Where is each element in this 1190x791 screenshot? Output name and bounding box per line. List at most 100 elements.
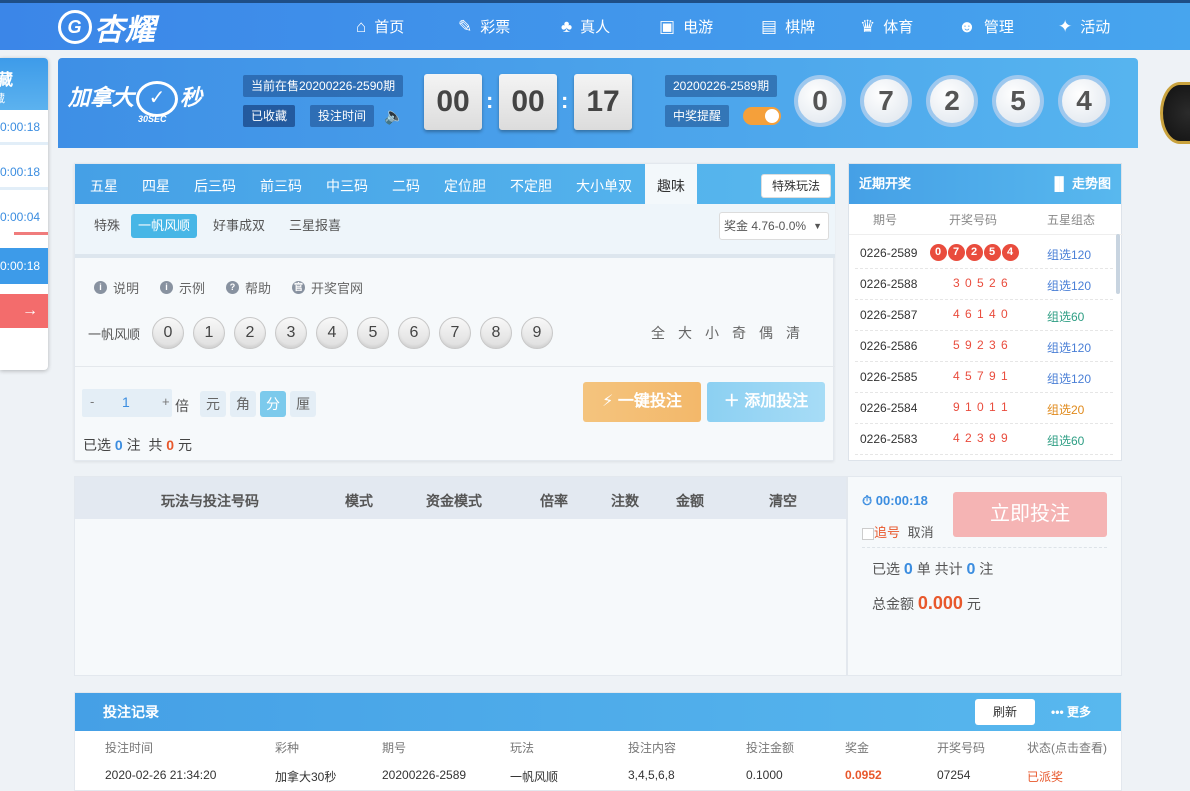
multiple-input[interactable]: 1	[122, 394, 130, 410]
help-icon: ?	[226, 281, 239, 294]
tab-3[interactable]: 前三码	[260, 164, 302, 204]
more-link[interactable]: ••• 更多	[1051, 693, 1091, 731]
cancel-button[interactable]: 取消	[908, 525, 934, 540]
number-ball-2[interactable]: 2	[234, 317, 266, 349]
tab-0[interactable]: 五星	[90, 164, 118, 204]
refresh-button[interactable]: 刷新	[975, 699, 1035, 725]
quick-select-3[interactable]: 奇	[732, 323, 746, 343]
number-ball-6[interactable]: 6	[398, 317, 430, 349]
unit-0[interactable]: 元	[200, 391, 226, 417]
divider	[75, 254, 835, 258]
number-ball-9[interactable]: 9	[521, 317, 553, 349]
status-link[interactable]: 已派奖	[1027, 768, 1063, 785]
last-period: 20200226-2589期	[665, 75, 778, 97]
special-play-button[interactable]: 特殊玩法	[761, 174, 831, 198]
favorited-button[interactable]: 已收藏	[243, 105, 296, 127]
column-header: 倍率	[540, 493, 568, 509]
number-ball-7[interactable]: 7	[439, 317, 471, 349]
unit-2[interactable]: 分	[260, 391, 286, 417]
bonus-select[interactable]: 奖金 4.76-0.0% ▼	[719, 212, 829, 240]
column-header: 金额	[676, 493, 704, 509]
tab-9[interactable]: 趣味	[645, 164, 697, 204]
add-bet-button[interactable]: ＋ 添加投注	[707, 382, 825, 422]
tab-2[interactable]: 后三码	[194, 164, 236, 204]
slot-machine-icon: ▣	[659, 16, 676, 36]
nav-item-5[interactable]: ♛ 体育	[860, 3, 913, 50]
unit-3[interactable]: 厘	[290, 391, 316, 417]
scrollbar[interactable]	[1116, 234, 1120, 294]
tab-7[interactable]: 不定胆	[510, 164, 552, 204]
tab-1[interactable]: 四星	[142, 164, 170, 204]
draw-type: 组选120	[1047, 341, 1092, 355]
draw-numbers: 3 0 5 2 6	[953, 276, 1009, 290]
subtab-2[interactable]: 好事成双	[213, 214, 265, 238]
speaker-icon[interactable]: 🔈	[384, 106, 404, 126]
number-ball-1[interactable]: 1	[193, 317, 225, 349]
submit-panel: ⏱ 00:00:18 追号 取消 立即投注 已选 0 单 共计 0 注 总金额 …	[847, 476, 1122, 676]
number-ball-4[interactable]: 4	[316, 317, 348, 349]
draw-type: 组选20	[1047, 403, 1085, 417]
panel-expand-button[interactable]: →	[0, 294, 48, 328]
trend-chart-link[interactable]: ▐▌ 走势图	[1050, 164, 1111, 204]
chase-label[interactable]: 追号	[874, 525, 900, 540]
divider	[862, 547, 1107, 548]
win-alert-toggle[interactable]	[743, 107, 781, 125]
draw-row: 0226-2586 5 9 2 3 6 组选120	[855, 331, 1113, 362]
panel-row-active[interactable]: 0:00:18	[0, 248, 48, 284]
unit-1[interactable]: 角	[230, 391, 256, 417]
number-ball-5[interactable]: 5	[357, 317, 389, 349]
quick-select-5[interactable]: 清	[786, 323, 800, 343]
tab-5[interactable]: 二码	[392, 164, 420, 204]
nav-item-0[interactable]: ⌂ 首页	[356, 3, 404, 50]
help-link-0[interactable]: i 说明	[94, 278, 139, 297]
quick-select-1[interactable]: 大	[678, 323, 692, 343]
panel-row-timer[interactable]: 0:00:18	[0, 165, 48, 210]
draw-row: 0226-2587 4 6 1 4 0 组选60	[855, 300, 1113, 331]
column-header: 投注时间	[105, 741, 154, 755]
nav-item-6[interactable]: ☻ 管理	[958, 3, 1014, 50]
tab-4[interactable]: 中三码	[326, 164, 368, 204]
nav-item-3[interactable]: ▣ 电游	[659, 3, 713, 50]
clear-all-button[interactable]: 清空	[769, 491, 797, 511]
nav-item-1[interactable]: ✎ 彩票	[458, 3, 510, 50]
nav-item-2[interactable]: ♣ 真人	[561, 3, 610, 50]
subtab-0[interactable]: 特殊	[94, 214, 120, 238]
column-header: 期号	[873, 213, 898, 227]
nav-label: 彩票	[480, 19, 511, 36]
bet-time-button[interactable]: 投注时间	[310, 105, 375, 127]
record-cell: 0.1000	[746, 768, 783, 782]
subtab-1[interactable]: 一帆风顺	[131, 214, 198, 238]
help-link-3[interactable]: 官开奖官网	[292, 278, 363, 297]
column-header: 模式	[345, 493, 373, 509]
trend-label: 走势图	[1071, 176, 1111, 191]
quick-select-2[interactable]: 小	[705, 323, 719, 343]
nav-label: 首页	[374, 19, 405, 36]
help-link-2[interactable]: ? 帮助	[226, 278, 271, 297]
recent-draws-header: 近期开奖 ▐▌ 走势图	[849, 164, 1121, 204]
brand-logo[interactable]: G 杏耀	[58, 5, 156, 49]
nav-item-7[interactable]: ✦ 活动	[1058, 3, 1110, 50]
nav-item-4[interactable]: ▤ 棋牌	[761, 3, 815, 50]
quick-select-4[interactable]: 偶	[759, 323, 773, 343]
total-unit: 元	[966, 596, 981, 612]
tab-6[interactable]: 定位胆	[444, 164, 486, 204]
diamond-medal-icon[interactable]	[1160, 82, 1190, 144]
draw-numbers: 4 2 3 9 9	[953, 431, 1009, 445]
number-ball-8[interactable]: 8	[480, 317, 512, 349]
one-key-bet-button[interactable]: ⚡ 一键投注	[583, 382, 701, 422]
order-summary: 已选 0 单 共计 0 注	[872, 559, 993, 579]
minus-button[interactable]: -	[90, 394, 94, 409]
quick-select-0[interactable]: 全	[651, 323, 665, 343]
column-header: 投注金额	[746, 741, 795, 755]
panel-row-timer[interactable]: 0:00:18	[0, 120, 48, 165]
summary-text: 注	[979, 561, 994, 577]
plus-button[interactable]: +	[162, 394, 170, 409]
help-link-1[interactable]: i 示例	[160, 278, 205, 297]
number-ball-3[interactable]: 3	[275, 317, 307, 349]
subtab-3[interactable]: 三星报喜	[289, 214, 341, 238]
tab-8[interactable]: 大小单双	[576, 164, 632, 204]
submit-bet-button[interactable]: 立即投注	[953, 492, 1107, 537]
chase-checkbox[interactable]	[862, 527, 874, 540]
summary-text: 单 共计	[916, 561, 963, 577]
number-ball-0[interactable]: 0	[152, 317, 184, 349]
